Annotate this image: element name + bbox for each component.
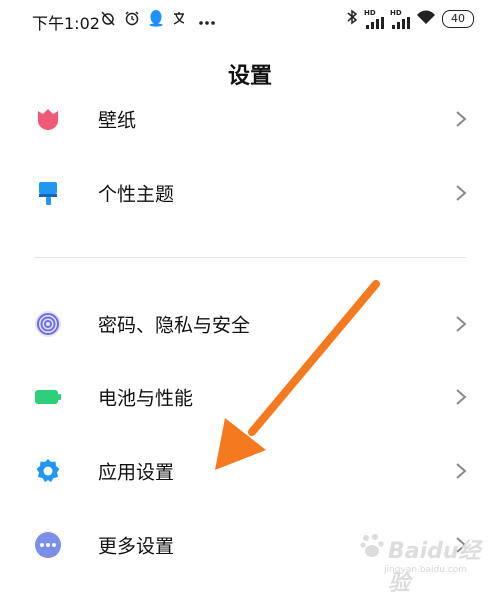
chevron-right-icon bbox=[454, 388, 468, 406]
settings-item-battery-performance[interactable]: 电池与性能 bbox=[0, 367, 500, 427]
status-notification-icons bbox=[100, 9, 216, 31]
chevron-right-icon bbox=[454, 110, 468, 128]
page-title: 设置 bbox=[227, 64, 272, 89]
settings-item-privacy-security[interactable]: 密码、隐私与安全 bbox=[0, 294, 500, 354]
status-system-icons: HD HD 40 bbox=[346, 9, 474, 29]
hd-label: HD bbox=[390, 8, 402, 17]
settings-item-label: 个性主题 bbox=[98, 183, 175, 206]
battery-icon bbox=[34, 383, 62, 411]
theme-brush-icon bbox=[34, 179, 62, 207]
chevron-right-icon bbox=[454, 184, 468, 202]
settings-item-label: 更多设置 bbox=[98, 535, 175, 558]
settings-item-app-settings[interactable]: 应用设置 bbox=[0, 441, 500, 501]
wallpaper-icon bbox=[34, 105, 62, 133]
hd-label: HD bbox=[364, 8, 376, 17]
signal-1-icon: HD bbox=[364, 8, 384, 29]
app-settings-gear-icon bbox=[34, 457, 62, 485]
chevron-right-icon bbox=[454, 315, 468, 333]
chevron-right-icon bbox=[454, 462, 468, 480]
baidu-paw-icon bbox=[360, 534, 384, 557]
more-dots-icon bbox=[34, 531, 62, 559]
wifi-icon bbox=[416, 9, 436, 29]
section-divider bbox=[34, 257, 466, 258]
settings-item-theme[interactable]: 个性主题 bbox=[0, 163, 500, 223]
settings-item-label: 密码、隐私与安全 bbox=[98, 314, 251, 337]
baidu-watermark: Baidu经验 jingyan.baidu.com bbox=[360, 527, 490, 596]
settings-item-label: 电池与性能 bbox=[98, 387, 194, 410]
translate-icon bbox=[172, 10, 190, 30]
qq-penguin-icon bbox=[148, 9, 164, 31]
settings-item-label: 壁纸 bbox=[98, 109, 137, 132]
more-notifications-icon bbox=[198, 11, 216, 30]
alarm-off-icon bbox=[100, 10, 116, 30]
status-bar: 下午1:02 HD HD 40 bbox=[0, 0, 500, 40]
bluetooth-icon bbox=[346, 9, 358, 29]
alarm-clock-icon bbox=[124, 10, 140, 30]
settings-item-label: 应用设置 bbox=[98, 461, 175, 484]
settings-item-wallpaper[interactable]: 壁纸 bbox=[0, 89, 500, 149]
watermark-url: jingyan.baidu.com bbox=[384, 565, 468, 575]
battery-indicator: 40 bbox=[442, 10, 474, 28]
status-time: 下午1:02 bbox=[32, 14, 100, 33]
signal-2-icon: HD bbox=[390, 8, 410, 29]
fingerprint-icon bbox=[34, 310, 62, 338]
